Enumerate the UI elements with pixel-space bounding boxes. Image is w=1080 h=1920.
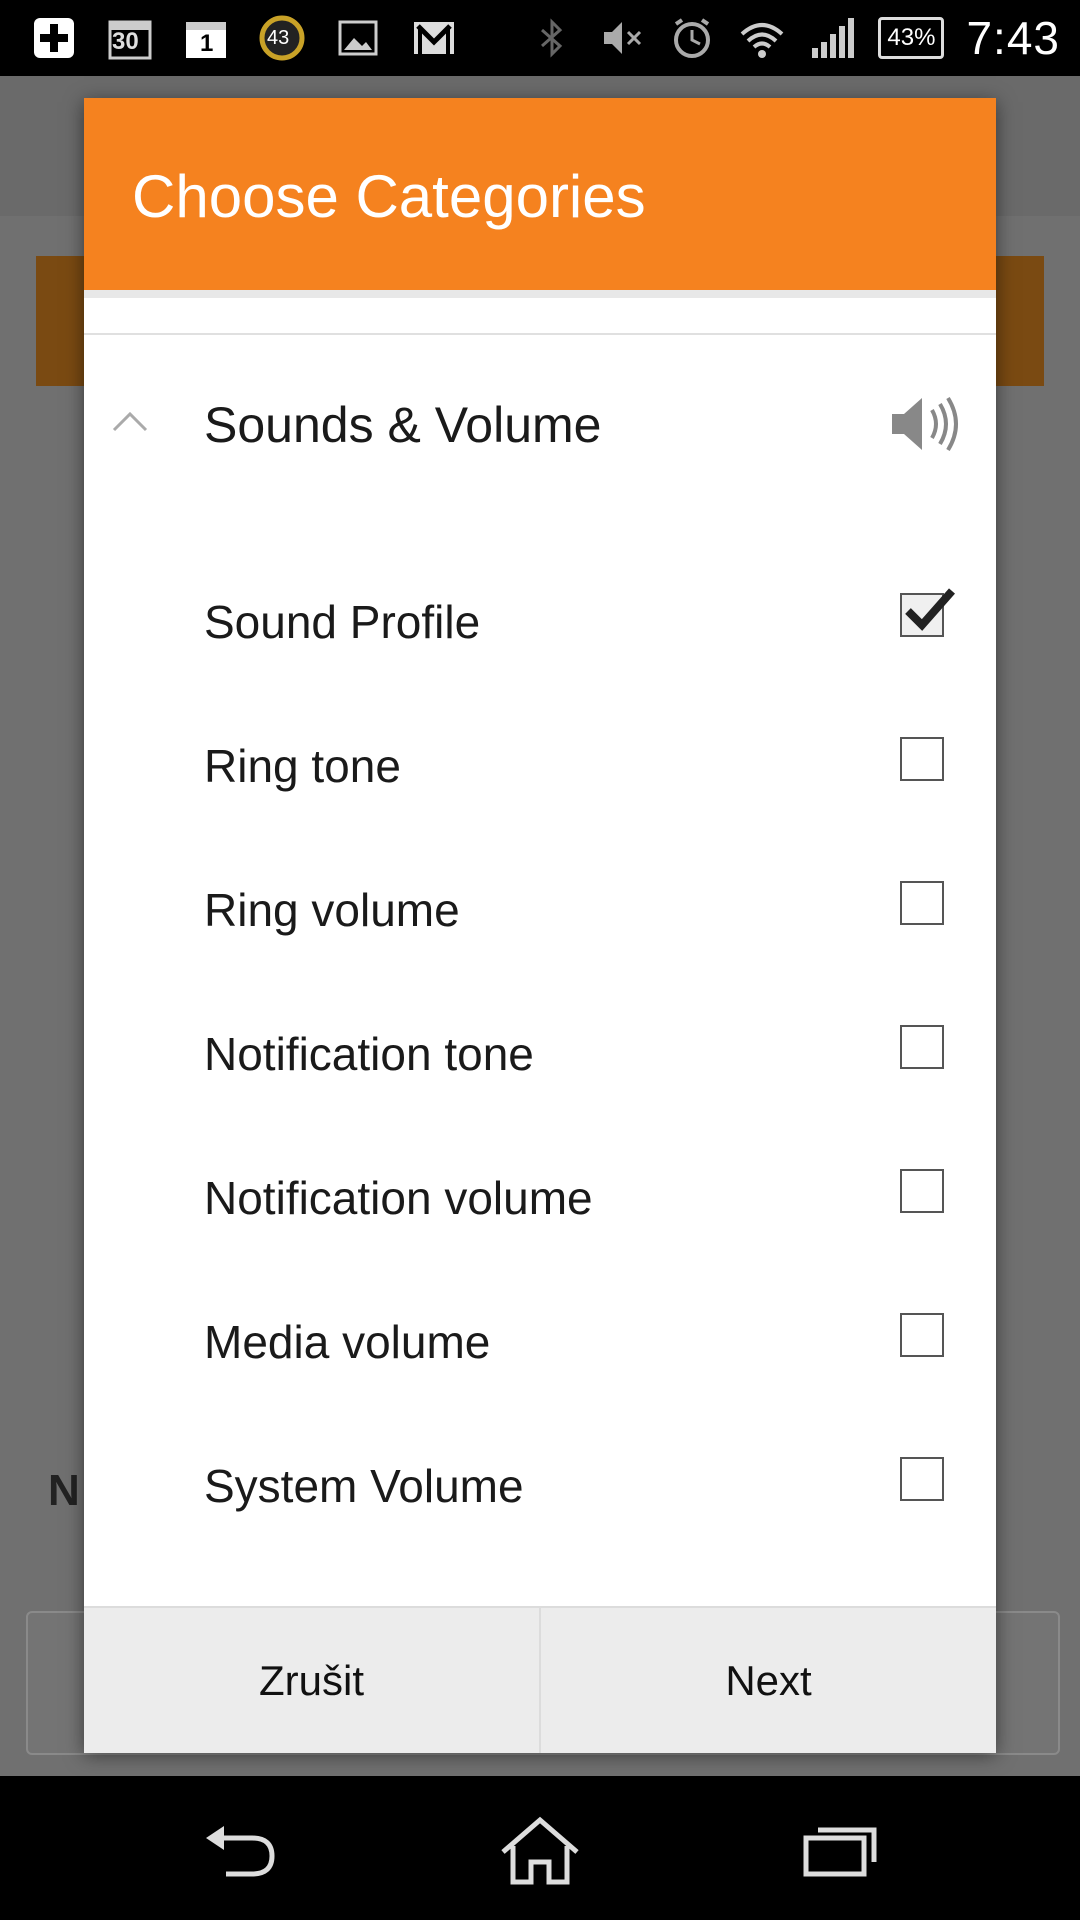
group-label: Sounds & Volume	[204, 397, 602, 453]
checkmark-icon	[905, 588, 955, 631]
home-icon	[501, 1816, 579, 1885]
header-divider	[84, 290, 996, 298]
system-volume-checkbox[interactable]	[900, 1457, 944, 1501]
item-label: Notification volume	[204, 1172, 593, 1224]
list-item-media-volume[interactable]: Media volume	[84, 1267, 996, 1411]
ring-volume-checkbox[interactable]	[900, 881, 944, 925]
next-button[interactable]: Next	[541, 1608, 996, 1753]
list-item-sound-profile[interactable]: Sound Profile	[84, 547, 996, 691]
item-label: Ring volume	[204, 884, 460, 936]
list-item-notification-tone[interactable]: Notification tone	[84, 979, 996, 1123]
calendar-icon: 30	[106, 14, 154, 62]
list-item-ring-volume[interactable]: Ring volume	[84, 835, 996, 979]
back-icon	[206, 1826, 275, 1877]
home-button[interactable]	[495, 1816, 585, 1886]
dialog-header: Choose Categories	[84, 98, 996, 290]
add-box-icon	[30, 14, 78, 62]
bluetooth-icon	[528, 14, 576, 62]
item-label: Sound Profile	[204, 596, 481, 648]
mute-icon	[598, 14, 646, 62]
clock: 7:43	[966, 12, 1060, 64]
status-bar: 30 1 43 43% 7:43	[0, 0, 1080, 76]
cancel-button[interactable]: Zrušit	[84, 1608, 541, 1753]
dialog-title: Choose Categories	[132, 163, 646, 230]
image-icon	[334, 14, 382, 62]
battery-icon: 43%	[878, 17, 945, 59]
list-divider	[84, 333, 996, 335]
item-label: Media volume	[204, 1316, 491, 1368]
wifi-icon	[738, 14, 786, 62]
notification-tone-checkbox[interactable]	[900, 1025, 944, 1069]
group-sounds-volume[interactable]: Sounds & Volume	[84, 368, 996, 488]
item-label: Notification tone	[204, 1028, 534, 1080]
list-item-notification-volume[interactable]: Notification volume	[84, 1123, 996, 1267]
recent-apps-icon	[803, 1827, 877, 1877]
calendar-icon: 1	[182, 14, 230, 62]
sound-profile-checkbox[interactable]	[900, 588, 955, 637]
calendar-day-a: 30	[112, 28, 139, 55]
progress-badge-icon: 43	[258, 14, 306, 62]
progress-badge-value: 43	[267, 27, 290, 49]
back-button[interactable]	[196, 1816, 286, 1886]
item-label: Ring tone	[204, 740, 401, 792]
recent-apps-button[interactable]	[796, 1816, 886, 1886]
gmail-icon	[410, 14, 458, 62]
item-label: System Volume	[204, 1460, 524, 1512]
navigation-bar	[0, 1776, 1080, 1920]
battery-level: 43%	[887, 24, 936, 51]
ring-tone-checkbox[interactable]	[900, 737, 944, 781]
list-item-ring-tone[interactable]: Ring tone	[84, 691, 996, 835]
choose-categories-dialog: Choose Categories Sounds & Volume Sound …	[84, 98, 996, 1753]
dialog-footer: Zrušit Next	[84, 1606, 996, 1753]
chevron-up-icon[interactable]	[110, 402, 150, 442]
calendar-day-b: 1	[200, 30, 214, 57]
signal-icon	[808, 14, 856, 62]
alarm-icon	[668, 14, 716, 62]
notification-volume-checkbox[interactable]	[900, 1169, 944, 1213]
list-item-system-volume[interactable]: System Volume	[84, 1411, 996, 1555]
speaker-icon	[892, 396, 958, 452]
background-text: N	[48, 1466, 80, 1515]
media-volume-checkbox[interactable]	[900, 1313, 944, 1357]
